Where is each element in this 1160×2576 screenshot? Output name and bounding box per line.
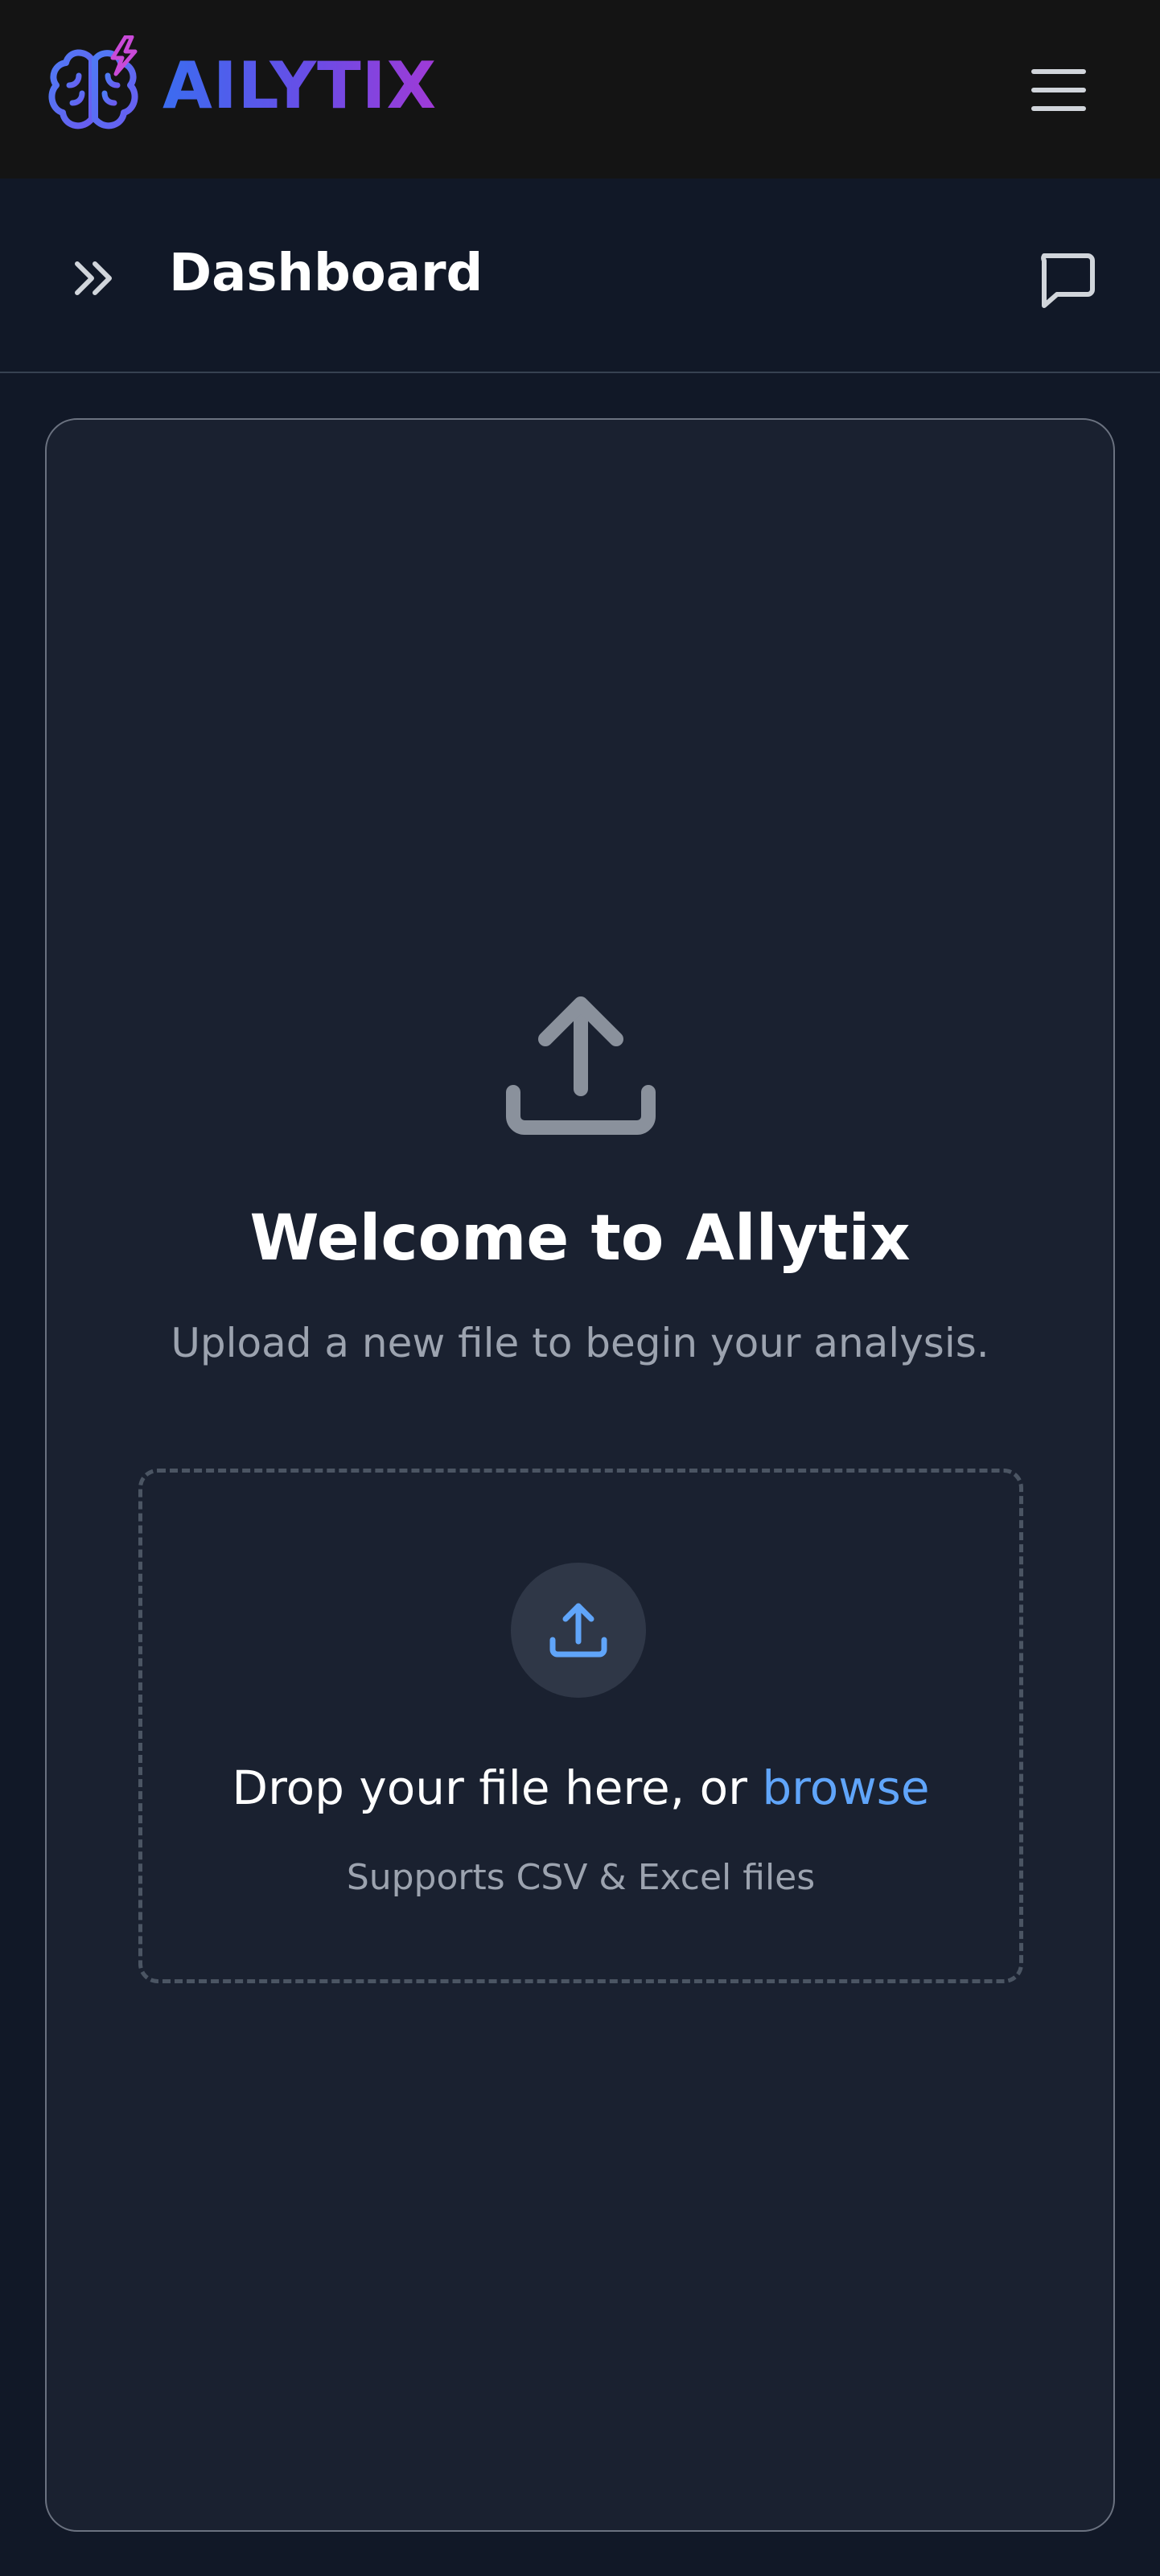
page-header: Dashboard bbox=[0, 179, 1160, 373]
dropzone-text-prefix: Drop your file here, or bbox=[232, 1760, 763, 1815]
dropzone-icon-circle bbox=[511, 1563, 646, 1698]
menu-bar bbox=[1031, 106, 1086, 111]
message-square-icon[interactable] bbox=[1031, 244, 1100, 314]
browse-link[interactable]: browse bbox=[762, 1760, 929, 1815]
welcome-title: Welcome to Allytix bbox=[249, 1202, 911, 1275]
dropzone-hint: Supports CSV & Excel files bbox=[346, 1857, 816, 1898]
top-navbar: AILYTIX bbox=[0, 0, 1160, 179]
app-logo[interactable]: AILYTIX bbox=[45, 35, 437, 137]
file-dropzone[interactable]: Drop your file here, or browse Supports … bbox=[138, 1469, 1023, 1983]
dropzone-text: Drop your file here, or browse bbox=[142, 1760, 1019, 1817]
upload-icon bbox=[506, 996, 656, 1135]
page-title: Dashboard bbox=[169, 244, 483, 303]
hamburger-menu-icon[interactable] bbox=[1022, 64, 1096, 116]
welcome-subtitle: Upload a new file to begin your analysis… bbox=[171, 1320, 989, 1366]
chevrons-right-icon[interactable] bbox=[68, 256, 122, 301]
menu-bar bbox=[1031, 88, 1086, 92]
upload-card: Welcome to Allytix Upload a new file to … bbox=[45, 418, 1115, 2532]
brain-lightning-icon bbox=[48, 35, 138, 129]
menu-bar bbox=[1031, 69, 1086, 74]
brand-name: AILYTIX bbox=[162, 48, 438, 123]
upload-icon bbox=[549, 1603, 607, 1658]
